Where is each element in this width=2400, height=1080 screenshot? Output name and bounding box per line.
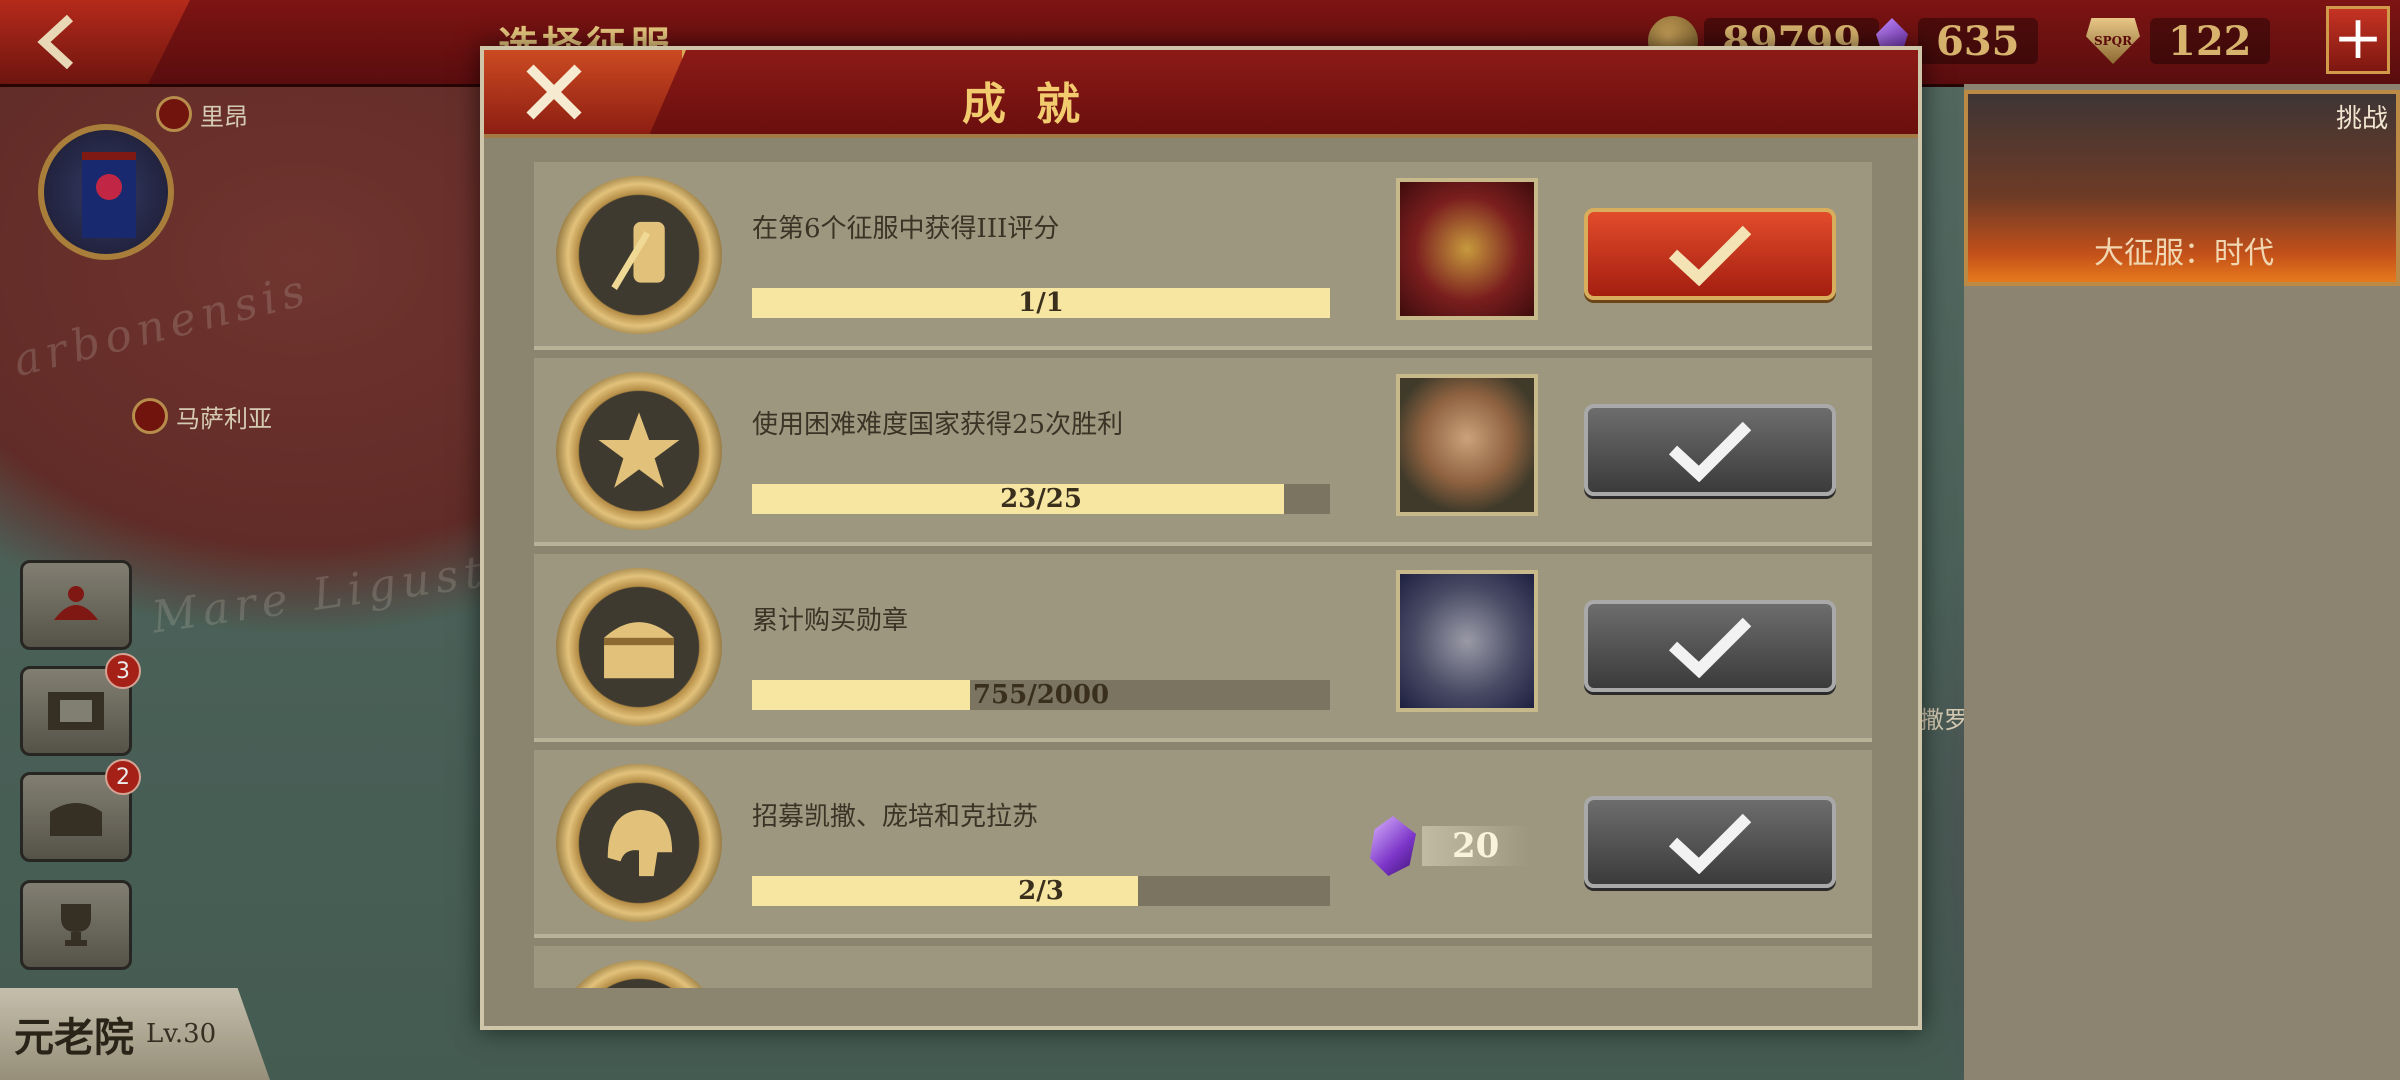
achievement-row: 累计购买勋章 755/2000: [534, 554, 1872, 742]
achievement-title: 招募凯撒、庞培和克拉苏: [752, 802, 1039, 832]
achievement-title: 累计购买勋章: [752, 606, 909, 636]
medal-icon: [556, 960, 722, 988]
scroll-icon[interactable]: [1396, 374, 1538, 516]
spqr-counter: SPQR 122: [2086, 14, 2270, 68]
checkmark-icon: [1668, 813, 1752, 874]
achievement-title: 在第6个征服中获得III评分: [752, 214, 1060, 244]
modal-title: 成就: [962, 79, 1110, 130]
achievement-row: 在第6个征服中获得III评分 1/1: [534, 162, 1872, 350]
back-button[interactable]: [0, 0, 190, 84]
challenge-title: 大征服：时代: [2094, 236, 2274, 271]
progress-bar: 755/2000: [752, 680, 1330, 710]
claim-button[interactable]: [1584, 208, 1836, 300]
add-resource-button[interactable]: +: [2326, 6, 2390, 74]
helmet-medal-icon: [556, 764, 722, 922]
achievement-list[interactable]: 在第6个征服中获得III评分 1/1 使用困难难度国家获得25次胜利 23/25: [534, 162, 1872, 988]
progress-text: 755/2000: [972, 680, 1110, 710]
modal-header: 成就: [484, 50, 1918, 138]
progress-bar: 1/1: [752, 288, 1330, 318]
spartan-helmet-icon[interactable]: [1396, 178, 1538, 320]
checkmark-icon: [1668, 617, 1752, 678]
achievement-row: 招募凯撒、庞培和克拉苏 2/3 20: [534, 750, 1872, 938]
achievement-row-partial: [534, 946, 1872, 988]
back-arrow-icon: [37, 14, 74, 70]
checkmark-icon: [1668, 421, 1752, 482]
challenge-card[interactable]: 挑战 大征服：时代: [1964, 90, 2400, 286]
progress-text: 1/1: [1018, 288, 1064, 318]
claim-button[interactable]: [1584, 600, 1836, 692]
progress-text: 23/25: [1000, 484, 1082, 514]
book-icon[interactable]: [1396, 570, 1538, 712]
sword-shield-medal-icon: [556, 176, 722, 334]
gem-reward[interactable]: 20: [1370, 816, 1530, 876]
checkmark-icon: [1668, 225, 1752, 286]
achievement-title: 使用困难难度国家获得25次胜利: [752, 410, 1124, 440]
gem-amount: 20: [1422, 826, 1530, 866]
gem-value: 635: [1936, 17, 2020, 65]
treasure-chest-medal-icon: [556, 568, 722, 726]
progress-bar: 23/25: [752, 484, 1330, 514]
spqr-value: 122: [2168, 17, 2252, 65]
progress-bar: 2/3: [752, 876, 1330, 906]
achievements-modal: 成就 在第6个征服中获得III评分 1/1 使用困难难度国家获得25次胜利 23…: [480, 46, 1922, 1030]
claim-button[interactable]: [1584, 404, 1836, 496]
challenge-tag: 挑战: [2335, 104, 2388, 134]
purple-gem-icon: [1370, 816, 1416, 876]
star-medal-icon: [556, 372, 722, 530]
achievement-row: 使用困难难度国家获得25次胜利 23/25: [534, 358, 1872, 546]
progress-text: 2/3: [1018, 876, 1064, 906]
spqr-emblem-icon: SPQR: [2086, 18, 2140, 64]
claim-button[interactable]: [1584, 796, 1836, 888]
